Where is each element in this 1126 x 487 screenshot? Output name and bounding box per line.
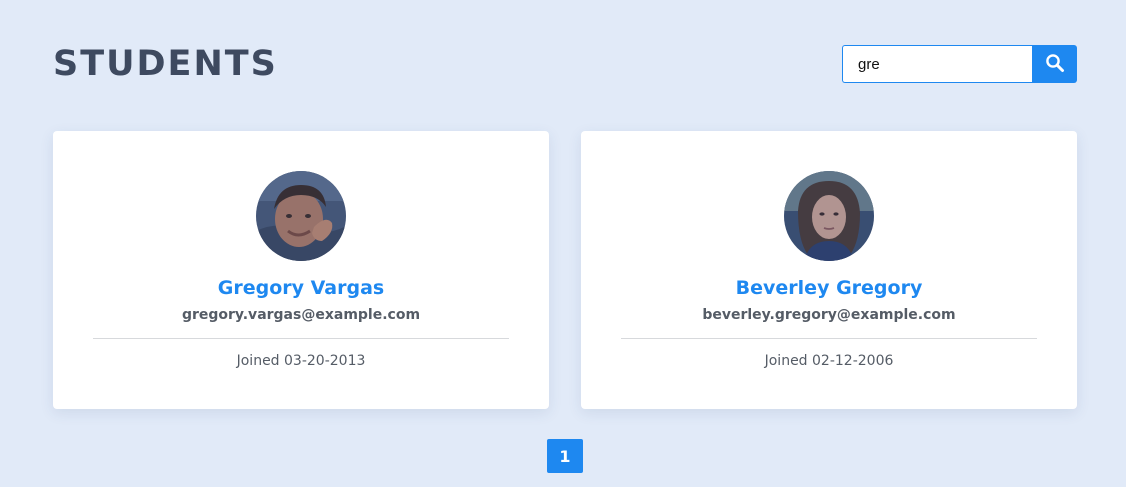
divider bbox=[621, 338, 1037, 339]
avatar bbox=[256, 171, 346, 261]
student-email: gregory.vargas@example.com bbox=[181, 307, 421, 323]
search-icon bbox=[1045, 53, 1065, 76]
search-button[interactable] bbox=[1032, 45, 1077, 83]
divider bbox=[93, 338, 509, 339]
page-title: STUDENTS bbox=[53, 44, 278, 84]
student-card: Gregory Vargas gregory.vargas@example.co… bbox=[53, 131, 549, 409]
search-bar bbox=[842, 45, 1077, 83]
student-email: beverley.gregory@example.com bbox=[702, 307, 956, 323]
search-input[interactable] bbox=[842, 45, 1032, 83]
page-1-button[interactable]: 1 bbox=[547, 439, 583, 473]
joined-date: Joined 02-12-2006 bbox=[764, 353, 894, 369]
student-name: Beverley Gregory bbox=[735, 277, 923, 299]
joined-date: Joined 03-20-2013 bbox=[236, 353, 366, 369]
student-name: Gregory Vargas bbox=[217, 277, 385, 299]
avatar bbox=[784, 171, 874, 261]
student-card: Beverley Gregory beverley.gregory@exampl… bbox=[581, 131, 1077, 409]
